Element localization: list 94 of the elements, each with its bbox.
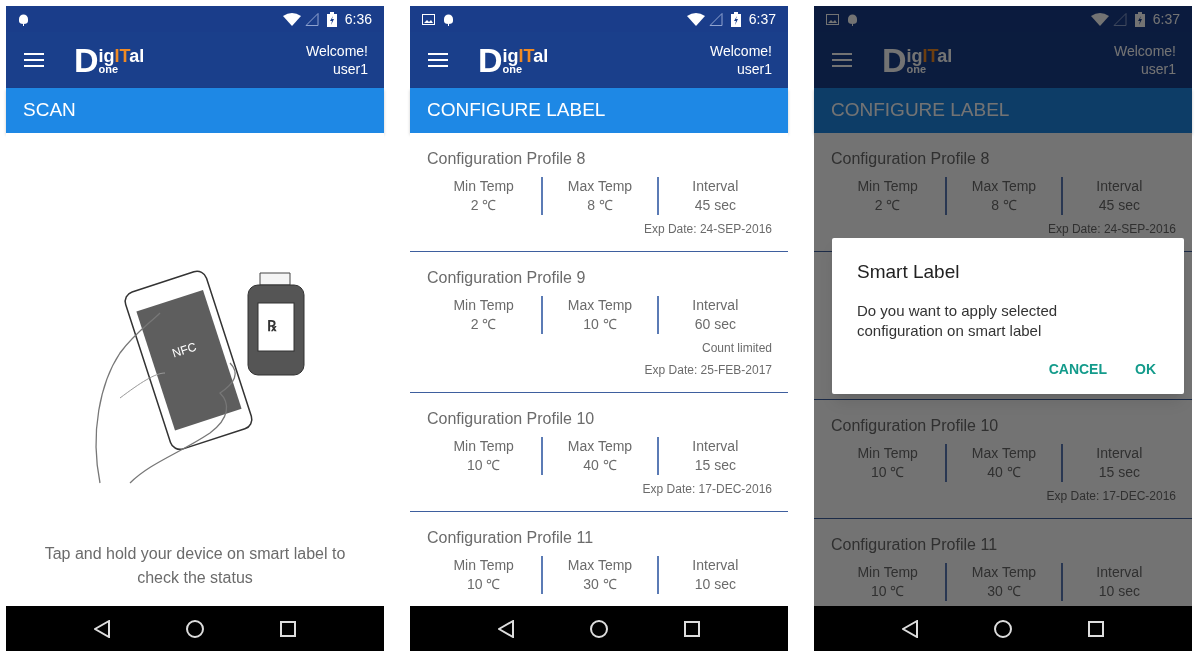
menu-icon[interactable]	[428, 53, 448, 67]
dialog-message: Do you want to apply selected configuration on smart label	[857, 300, 1059, 341]
column-label: Max Temp	[567, 556, 633, 575]
column-value: 10 ℃	[466, 456, 501, 475]
recent-apps-icon[interactable]	[1088, 620, 1104, 637]
user-name: user1	[1140, 60, 1176, 78]
column-value: 40 ℃	[987, 463, 1021, 482]
column-label: Max Temp	[971, 444, 1037, 463]
column-label: Max Temp	[567, 437, 633, 456]
scan-instruction: Tap and hold your device on smart label to check the status	[43, 544, 347, 588]
rx-label: ℞	[267, 316, 276, 336]
recent-apps-icon[interactable]	[684, 620, 700, 637]
column-label: Interval	[692, 296, 739, 315]
signal-icon	[304, 12, 319, 26]
profile-note: Exp Date: 24-SEP-2016	[1047, 221, 1176, 237]
column-label: Max Temp	[971, 177, 1037, 196]
user-name: user1	[332, 60, 368, 78]
column-label: Min Temp	[453, 177, 514, 196]
dialog-button[interactable]: OK	[1132, 358, 1159, 380]
column-value: 10 ℃	[466, 575, 501, 594]
column-value: 8 ℃	[991, 196, 1017, 215]
wifi-icon	[1090, 12, 1109, 26]
column-label: Max Temp	[567, 296, 633, 315]
column-label: Interval	[692, 177, 739, 196]
profile-name: Configuration Profile 11	[426, 528, 595, 548]
column-value: 10 sec	[694, 575, 736, 594]
column-label: Min Temp	[453, 296, 514, 315]
column-value: 10 ℃	[870, 582, 905, 601]
welcome-text: Welcome!	[1114, 42, 1176, 60]
column-value: 45 sec	[694, 196, 736, 215]
column-value: 40 ℃	[583, 456, 617, 475]
dialog-button[interactable]: CANCEL	[1045, 358, 1110, 380]
column-value: 8 ℃	[587, 196, 613, 215]
welcome-text: Welcome!	[710, 42, 772, 60]
back-icon[interactable]	[902, 619, 918, 638]
profile-note: Exp Date: 25-FEB-2017	[644, 362, 772, 378]
signal-icon	[1112, 12, 1127, 26]
screen-title: SCAN	[23, 98, 76, 123]
wifi-icon	[686, 12, 705, 26]
home-icon[interactable]	[590, 619, 608, 638]
signal-icon	[708, 12, 723, 26]
column-value: 45 sec	[1098, 196, 1140, 215]
column-label: Min Temp	[857, 177, 918, 196]
column-label: Min Temp	[453, 437, 514, 456]
column-label: Max Temp	[567, 177, 633, 196]
recent-apps-icon[interactable]	[280, 620, 296, 637]
column-label: Min Temp	[857, 444, 918, 463]
column-value: 60 sec	[694, 315, 736, 334]
column-value: 10 ℃	[870, 463, 905, 482]
home-icon[interactable]	[994, 619, 1012, 638]
clock-time: 6:37	[748, 9, 776, 29]
back-icon[interactable]	[94, 619, 110, 638]
screen-title: CONFIGURE LABEL	[831, 98, 1010, 123]
battery-icon	[730, 11, 741, 27]
back-icon[interactable]	[498, 619, 514, 638]
column-value: 10 sec	[1098, 582, 1140, 601]
battery-icon	[1134, 11, 1145, 27]
profile-name: Configuration Profile 8	[426, 149, 587, 169]
column-value: 2 ℃	[874, 196, 901, 215]
nfc-label: NFC	[169, 338, 199, 363]
profile-note: Exp Date: 24-SEP-2016	[643, 221, 772, 237]
column-value: 10 ℃	[583, 315, 617, 334]
menu-icon[interactable]	[24, 53, 44, 67]
user-name: user1	[736, 60, 772, 78]
home-icon[interactable]	[186, 619, 204, 638]
profile-note: Count limited	[701, 340, 772, 356]
clock-time: 6:37	[1152, 9, 1180, 29]
column-value: 15 sec	[1098, 463, 1140, 482]
column-label: Max Temp	[971, 563, 1037, 582]
profile-name: Configuration Profile 11	[830, 535, 999, 555]
profile-note: Exp Date: 17-DEC-2016	[642, 481, 772, 497]
column-value: 30 ℃	[583, 575, 617, 594]
battery-icon	[326, 11, 337, 27]
welcome-text: Welcome!	[306, 42, 368, 60]
column-value: 30 ℃	[987, 582, 1021, 601]
profile-name: Configuration Profile 8	[830, 149, 991, 169]
column-label: Min Temp	[857, 563, 918, 582]
column-value: 2 ℃	[470, 315, 497, 334]
column-label: Interval	[1096, 177, 1143, 196]
screen-title: CONFIGURE LABEL	[427, 98, 606, 123]
column-label: Interval	[692, 556, 739, 575]
column-label: Min Temp	[453, 556, 514, 575]
wifi-icon	[282, 12, 301, 26]
profile-note: Exp Date: 17-DEC-2016	[1046, 488, 1176, 504]
column-label: Interval	[1096, 563, 1143, 582]
column-label: Interval	[1096, 444, 1143, 463]
clock-time: 6:36	[344, 9, 372, 29]
column-label: Interval	[692, 437, 739, 456]
column-value: 2 ℃	[470, 196, 497, 215]
column-value: 15 sec	[694, 456, 736, 475]
dialog-title: Smart Label	[857, 260, 961, 284]
profile-name: Configuration Profile 9	[426, 268, 587, 288]
profile-name: Configuration Profile 10	[426, 409, 596, 429]
profile-name: Configuration Profile 10	[830, 416, 1000, 436]
